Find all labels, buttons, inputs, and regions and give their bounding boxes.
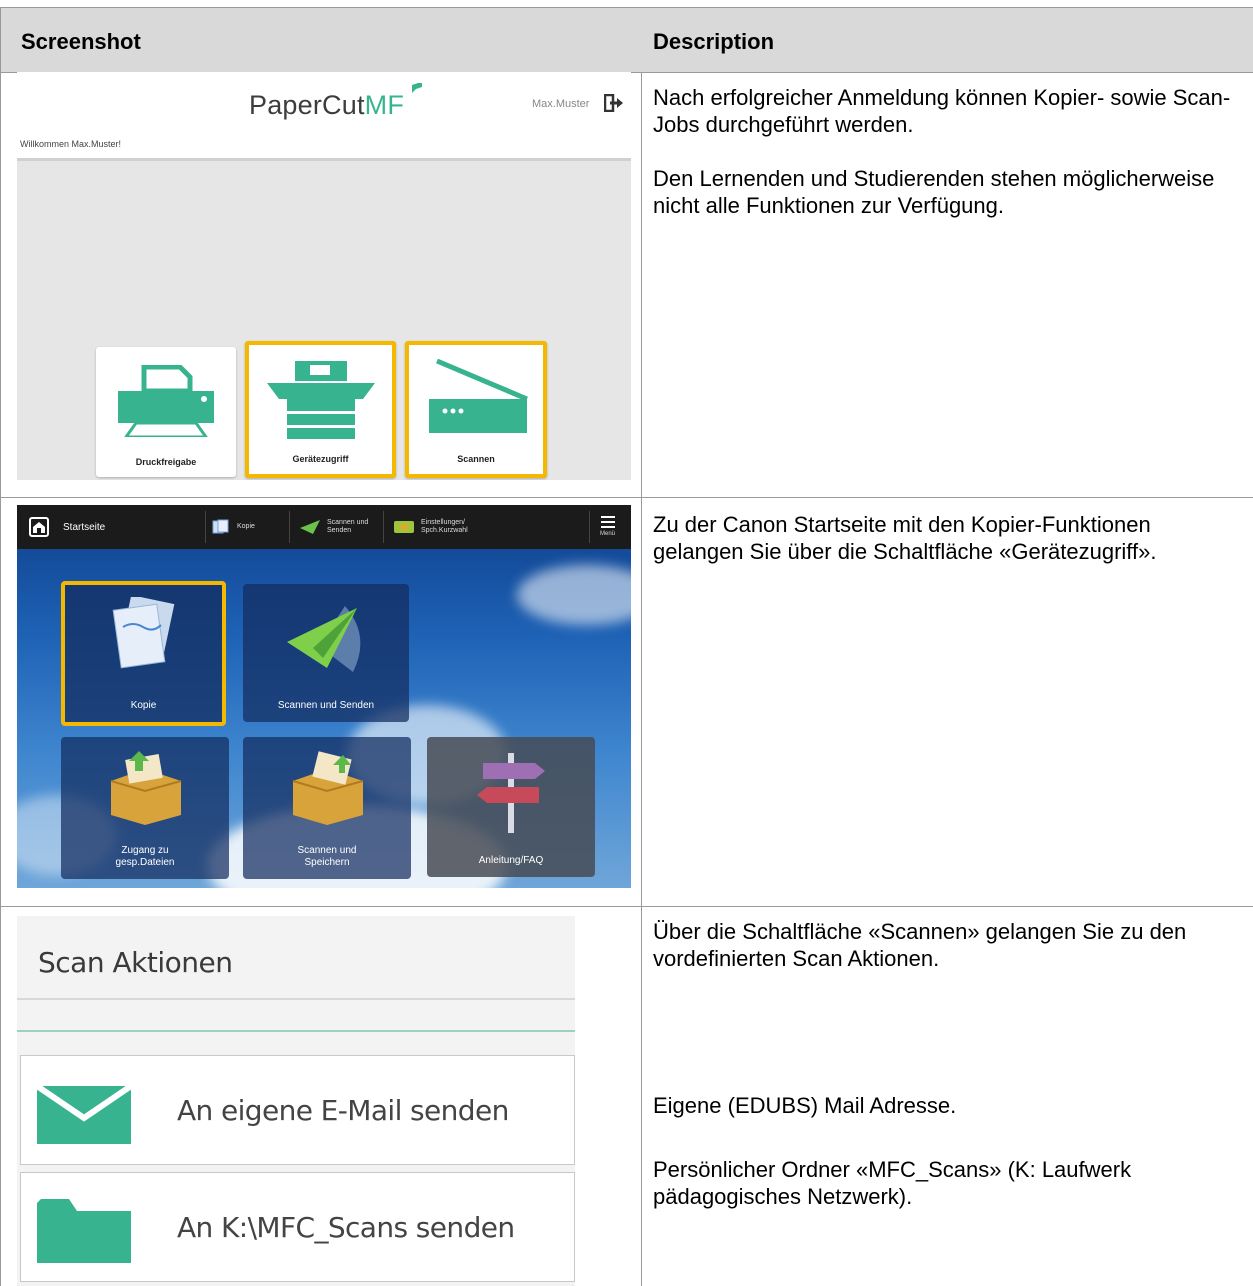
file-box-icon xyxy=(292,751,364,825)
nav-home[interactable]: Startseite xyxy=(29,505,105,549)
canon-screenshot: Startseite Kopie Scannen und Senden Eins… xyxy=(17,505,631,888)
file-box-icon xyxy=(110,751,182,825)
nav-divider xyxy=(589,511,590,543)
canon-nav-bar: Startseite Kopie Scannen und Senden Eins… xyxy=(17,505,631,549)
tile-druckfreigabe[interactable]: Druckfreigabe xyxy=(96,347,236,477)
folder-icon xyxy=(37,1199,131,1263)
header-screenshot: Screenshot xyxy=(21,29,141,54)
description-canon: Zu der Canon Startseite mit den Kopier-F… xyxy=(653,512,1157,564)
logout-icon[interactable] xyxy=(604,94,624,112)
accent-divider xyxy=(17,1030,575,1032)
tile-label: Anleitung/FAQ xyxy=(478,855,544,866)
envelope-icon xyxy=(37,1086,131,1144)
papercut-header: PaperCutMF Max.Muster Willkommen Max.Mus… xyxy=(17,72,631,159)
copy-icon xyxy=(212,519,229,534)
papercut-logo: PaperCutMF xyxy=(249,90,404,121)
tile-label: Kopie xyxy=(130,700,157,711)
nav-scan-send[interactable]: Scannen und Senden xyxy=(299,505,371,549)
tile-label: Gerätezugriff xyxy=(292,454,349,464)
papercut-screenshot: PaperCutMF Max.Muster Willkommen Max.Mus… xyxy=(17,72,631,480)
settings-icon xyxy=(394,521,414,533)
home-icon xyxy=(29,517,49,537)
nav-divider xyxy=(383,511,384,543)
description-papercut: Nach erfolgreicher Anmeldung können Kopi… xyxy=(653,84,1243,219)
papercut-main: Druckfreigabe Gerätezugriff Scannen xyxy=(17,161,631,480)
scan-action-folder[interactable]: An K:\MFC_Scans senden xyxy=(20,1172,575,1282)
nav-settings-label: Einstellungen/ Spch.Kurzwahl xyxy=(421,519,468,534)
nav-divider xyxy=(289,511,290,543)
scanner-icon xyxy=(429,359,528,433)
tile-label: Scannen und Senden xyxy=(277,700,375,711)
description-text: Nach erfolgreicher Anmeldung können Kopi… xyxy=(653,85,1231,137)
header-divider xyxy=(17,998,575,1000)
nav-copy[interactable]: Kopie xyxy=(211,505,255,549)
nav-home-label: Startseite xyxy=(63,521,106,533)
leaf-icon xyxy=(412,83,422,93)
tile-geraetezugriff[interactable]: Gerätezugriff xyxy=(245,341,396,478)
user-name: Max.Muster xyxy=(532,98,590,110)
paper-plane-icon xyxy=(300,520,320,534)
description-scan: Über die Schaltfläche «Scannen» gelangen… xyxy=(653,918,1243,1209)
description-text: Eigene (EDUBS) Mail Adresse. xyxy=(653,1093,957,1118)
tile-label: Druckfreigabe xyxy=(135,457,197,467)
description-text: Den Lernenden und Studierenden stehen mö… xyxy=(653,166,1215,218)
scan-action-label: An eigene E-Mail senden xyxy=(177,1094,509,1127)
scan-actions-title: Scan Aktionen xyxy=(38,946,233,979)
scan-action-email[interactable]: An eigene E-Mail senden xyxy=(20,1055,575,1165)
nav-menu-label: Menü xyxy=(600,531,616,537)
tile-scannen[interactable]: Scannen xyxy=(405,341,547,478)
logo-accent-text: MF xyxy=(364,90,405,120)
copy-icon xyxy=(112,597,175,669)
table-header-row: Screenshot Description xyxy=(1,7,1253,73)
logo-text: PaperCut xyxy=(249,90,365,120)
paper-plane-icon xyxy=(287,606,361,672)
tile-label: Scannen xyxy=(457,454,495,464)
tile-label: Scannen und Speichern xyxy=(297,845,357,868)
description-text: Über die Schaltfläche «Scannen» gelangen… xyxy=(653,919,1187,971)
tile-label: Zugang zu gesp.Dateien xyxy=(115,845,175,868)
signpost-icon xyxy=(477,753,545,833)
tile-anleitung-faq[interactable]: Anleitung/FAQ xyxy=(427,737,595,877)
scan-actions-header: Scan Aktionen xyxy=(17,916,575,998)
tile-zugang-dateien[interactable]: Zugang zu gesp.Dateien xyxy=(61,737,229,879)
tile-scannen-senden[interactable]: Scannen und Senden xyxy=(243,584,409,722)
header-description: Description xyxy=(653,29,775,54)
welcome-message: Willkommen Max.Muster! xyxy=(20,139,122,149)
scan-actions-screenshot: Scan Aktionen An eigene E-Mail senden An… xyxy=(17,916,575,1286)
scan-action-label: An K:\MFC_Scans senden xyxy=(177,1211,515,1244)
nav-divider xyxy=(205,511,206,543)
description-text: Persönlicher Ordner «MFC_Scans» (K: Lauf… xyxy=(653,1157,1132,1209)
copier-icon xyxy=(267,361,375,439)
tile-kopie[interactable]: Kopie xyxy=(61,581,226,726)
tile-scannen-speichern[interactable]: Scannen und Speichern xyxy=(243,737,411,879)
hamburger-icon xyxy=(600,516,615,528)
nav-settings[interactable]: Einstellungen/ Spch.Kurzwahl xyxy=(393,505,481,549)
nav-copy-label: Kopie xyxy=(237,523,255,530)
nav-scan-send-label: Scannen und Senden xyxy=(327,519,369,534)
nav-menu[interactable]: Menü xyxy=(600,505,615,549)
printer-icon xyxy=(118,365,214,437)
cloud-decoration xyxy=(517,565,631,625)
